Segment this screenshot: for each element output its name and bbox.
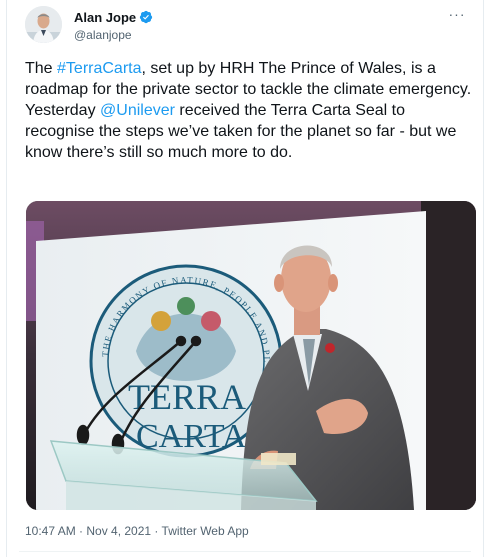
tweet-text-segment: The: [25, 60, 58, 77]
avatar-image: [25, 6, 62, 43]
tweet-timestamp[interactable]: 10:47 AM · Nov 4, 2021 · Twitter Web App: [25, 524, 249, 538]
divider: [19, 551, 471, 552]
more-options-icon[interactable]: ···: [447, 7, 467, 23]
author-name[interactable]: Alan Jope: [74, 10, 136, 25]
photo-scene: THE HARMONY OF NATURE, PEOPLE AND PLANET…: [26, 201, 476, 510]
author-handle[interactable]: @alanjope: [74, 28, 153, 42]
tweet-card: Alan Jope @alanjope ··· The #TerraCarta,…: [6, 0, 484, 557]
mention-link[interactable]: @Unilever: [100, 102, 175, 119]
author-block: Alan Jope @alanjope: [74, 9, 153, 42]
tweet-media-photo[interactable]: THE HARMONY OF NATURE, PEOPLE AND PLANET…: [26, 201, 476, 510]
avatar[interactable]: [25, 6, 62, 43]
verified-badge-icon: [139, 10, 153, 24]
seal-word-terra: TERRA: [128, 377, 246, 417]
hashtag-link[interactable]: #TerraCarta: [57, 60, 141, 77]
seal-word-carta: CARTA: [136, 418, 247, 455]
tweet-text: The #TerraCarta, set up by HRH The Princ…: [25, 58, 473, 163]
